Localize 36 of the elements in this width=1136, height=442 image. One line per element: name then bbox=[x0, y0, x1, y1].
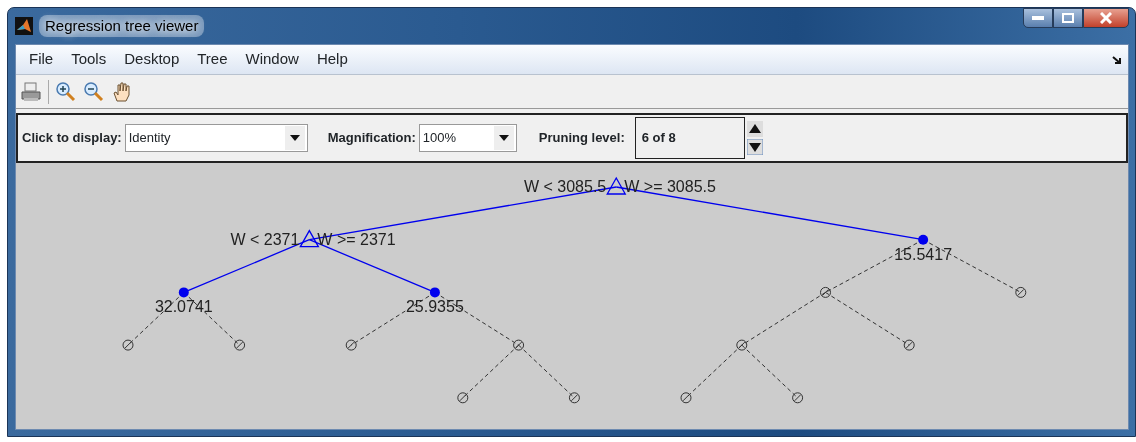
field-label: Magnification: bbox=[327, 129, 416, 148]
app-logo-icon bbox=[15, 17, 33, 35]
leaf-node-icon[interactable] bbox=[918, 234, 929, 245]
menu-item[interactable]: File bbox=[20, 48, 63, 71]
dock-arrow-icon[interactable] bbox=[1112, 54, 1122, 65]
menu-item[interactable]: Tools bbox=[62, 48, 116, 71]
minimize-icon bbox=[1032, 16, 1044, 20]
leaf-value: 25.9355 bbox=[406, 298, 464, 316]
hand-icon[interactable] bbox=[111, 80, 133, 103]
zoom-out-icon[interactable] bbox=[83, 80, 105, 103]
maximize-icon bbox=[1062, 13, 1074, 23]
leaf-value: 15.5417 bbox=[894, 245, 953, 263]
close-icon bbox=[1100, 12, 1112, 24]
leaf-node-icon[interactable] bbox=[429, 287, 440, 298]
zoom-in-icon[interactable] bbox=[55, 80, 77, 103]
maximize-button[interactable] bbox=[1053, 8, 1083, 28]
caret-icon bbox=[289, 135, 300, 141]
magnification-dropdown[interactable]: 100% bbox=[418, 124, 517, 152]
field-label: Pruning level: bbox=[538, 129, 625, 148]
split-label: W < 3085.5 bbox=[523, 178, 607, 195]
minimize-button[interactable] bbox=[1023, 8, 1053, 28]
spin-up-button[interactable] bbox=[746, 121, 763, 137]
menu-item[interactable]: Tree bbox=[188, 48, 237, 71]
menu-item[interactable]: Window bbox=[236, 48, 308, 71]
display-dropdown[interactable]: Identity bbox=[124, 124, 308, 152]
menu-item[interactable]: Help bbox=[307, 48, 357, 71]
print-icon[interactable] bbox=[20, 80, 42, 103]
split-label: W < 2371 bbox=[230, 230, 300, 248]
field-label: Click to display: bbox=[22, 129, 122, 148]
leaf-node-icon[interactable] bbox=[178, 287, 189, 298]
pruning-level-field: 6 of 8 bbox=[634, 117, 745, 159]
spin-down-button[interactable] bbox=[746, 139, 763, 155]
leaf-value: 32.0741 bbox=[154, 298, 213, 316]
menu-item[interactable]: Desktop bbox=[115, 48, 189, 71]
close-button[interactable] bbox=[1083, 8, 1129, 28]
caret-icon bbox=[498, 135, 509, 141]
